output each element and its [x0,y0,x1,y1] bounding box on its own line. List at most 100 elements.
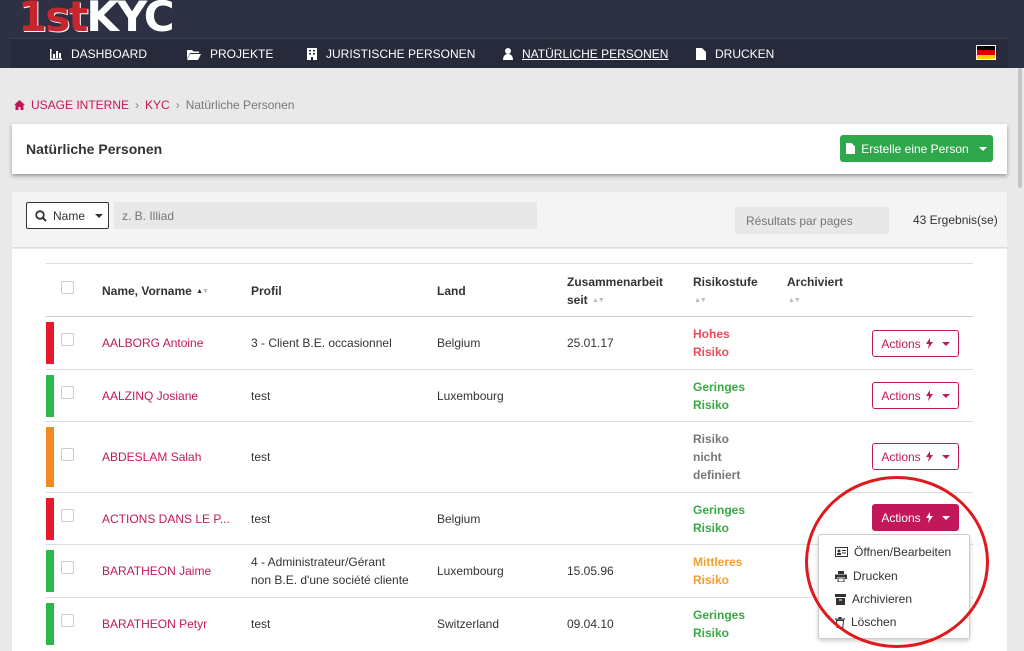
logo-part-2: KYC [86,0,174,41]
risk-level-line: Risiko [693,345,730,359]
caret-down-icon [941,515,950,520]
risk-level-line: Geringes [693,380,746,394]
risk-level-line: Geringes [693,608,746,622]
profil-cell: 3 - Client B.E. occasionnel [251,336,392,350]
actions-button-label: Actions [881,336,921,351]
breadcrumb: USAGE INTERNE › KYC › Natürliche Persone… [14,98,294,112]
nav-natuerliche-personen[interactable]: NATÜRLICHE PERSONEN [503,47,668,61]
bolt-icon [925,451,933,462]
scrollbar-thumb[interactable] [1018,68,1022,188]
create-person-button[interactable]: Erstelle eine Person [840,135,993,162]
nav-dashboard-label: DASHBOARD [71,47,148,61]
row-checkbox[interactable] [61,561,74,574]
risk-level-cell: Geringes Risiko [693,606,745,642]
actions-button-label: Actions [881,510,921,525]
risk-level-line: Risiko [693,521,730,535]
land-cell: Belgium [437,336,481,350]
nav-projekte[interactable]: PROJEKTE [187,47,273,61]
column-header-risikostufe[interactable]: Risikostufe ▲▼ [693,273,758,310]
since-cell: 25.01.17 [567,336,614,350]
risk-level-line: Risiko [693,398,730,412]
search-field-select[interactable]: Name [26,202,109,229]
menu-item-label: Löschen [851,615,897,629]
sort-icon[interactable]: ▲▼ [787,292,801,310]
risk-level-line: Risiko [693,626,730,640]
bolt-icon [925,338,933,349]
menu-item-label: Archivieren [852,592,913,606]
sort-icon[interactable]: ▲▼ [693,292,707,310]
sort-icon[interactable]: ▲▼ [591,292,605,310]
actions-button[interactable]: Actions [872,504,959,531]
person-name-link[interactable]: BARATHEON Jaime [102,562,211,580]
caret-down-icon [978,146,987,151]
row-checkbox[interactable] [61,509,74,522]
row-checkbox[interactable] [61,614,74,627]
german-flag-icon[interactable] [976,45,996,60]
actions-button[interactable]: Actions [872,382,959,409]
land-cell: Switzerland [437,617,500,631]
menu-item-archive[interactable]: Archivieren [835,592,912,606]
row-checkbox[interactable] [61,448,74,461]
land-cell: Luxembourg [437,389,504,403]
nav-juristische-personen[interactable]: JURISTISCHE PERSONEN [307,47,475,61]
table-row[interactable]: AALZINQ Josiane test Luxembourg Geringes… [46,370,973,422]
nav-drucken[interactable]: DRUCKEN [696,47,774,61]
menu-item-print[interactable]: Drucken [835,569,898,583]
column-header-archiviert[interactable]: Archiviert ▲▼ [787,273,843,310]
actions-dropdown-menu: Öffnen/Bearbeiten Drucken Archivieren Lö… [818,534,970,639]
nav-drucken-label: DRUCKEN [715,47,775,61]
column-header-profil[interactable]: Profil [251,282,282,300]
person-name-link[interactable]: ACTIONS DANS LE P... [102,510,230,528]
actions-button[interactable]: Actions [872,443,959,470]
menu-item-label: Öffnen/Bearbeiten [854,545,952,559]
create-person-label: Erstelle eine Person [861,141,969,156]
risk-level-cell: Hohes Risiko [693,325,730,361]
file-icon [696,48,706,60]
risk-level-line: Risiko [693,573,730,587]
breadcrumb-kyc[interactable]: KYC [145,98,170,112]
column-header-zusammenarbeit-line2: seit [567,293,588,307]
menu-item-open-edit[interactable]: Öffnen/Bearbeiten [835,545,951,559]
row-checkbox[interactable] [61,386,74,399]
table-row[interactable]: ABDESLAM Salah test Risiko nicht definie… [46,422,973,493]
row-checkbox[interactable] [61,333,74,346]
column-header-archiviert-label: Archiviert [787,275,844,289]
home-icon[interactable] [14,100,25,110]
building-icon [307,48,317,60]
land-cell: Belgium [437,512,481,526]
column-header-name[interactable]: Name, Vorname ▲▼ [102,282,209,301]
risk-color-bar [46,498,54,540]
risk-level-cell: Risiko nicht definiert [693,430,740,484]
menu-item-label: Drucken [853,569,898,583]
person-name-link[interactable]: BARATHEON Petyr [102,615,207,633]
caret-down-icon [941,393,950,398]
app-logo[interactable]: 1st KYC [18,0,175,41]
risk-level-line: Mittleres [693,555,743,569]
page-scrollbar[interactable] [1016,68,1024,651]
results-per-page-input[interactable] [735,207,889,234]
search-input[interactable] [114,202,537,229]
page-header-card: Natürliche Personen Erstelle eine Person [12,124,1007,174]
actions-button[interactable]: Actions [872,330,959,357]
actions-button-label: Actions [881,449,921,464]
risk-level-line: definiert [693,468,741,482]
table-row[interactable]: AALBORG Antoine 3 - Client B.E. occasion… [46,317,973,370]
select-all-checkbox[interactable] [61,281,74,294]
risk-color-bar [46,427,54,487]
breadcrumb-home[interactable]: USAGE INTERNE [31,98,129,112]
menu-item-delete[interactable]: Löschen [835,615,896,629]
result-count: 43 Ergebnis(se) [913,213,998,227]
column-header-land[interactable]: Land [437,282,466,300]
nav-projekte-label: PROJEKTE [210,47,274,61]
nav-dashboard[interactable]: DASHBOARD [50,47,147,61]
column-header-zusammenarbeit[interactable]: Zusammenarbeit seit ▲▼ [567,273,663,310]
person-name-link[interactable]: ABDESLAM Salah [102,448,201,466]
person-name-link[interactable]: AALZINQ Josiane [102,387,198,405]
file-icon [846,143,856,154]
risk-level-line: Risiko [693,432,730,446]
since-cell: 15.05.96 [567,564,614,578]
person-name-link[interactable]: AALBORG Antoine [102,334,203,352]
profil-cell: 4 - Administrateur/Gérant non B.E. d'une… [251,553,409,589]
sort-asc-icon[interactable]: ▲▼ [195,283,209,301]
risk-level-line: Geringes [693,503,746,517]
